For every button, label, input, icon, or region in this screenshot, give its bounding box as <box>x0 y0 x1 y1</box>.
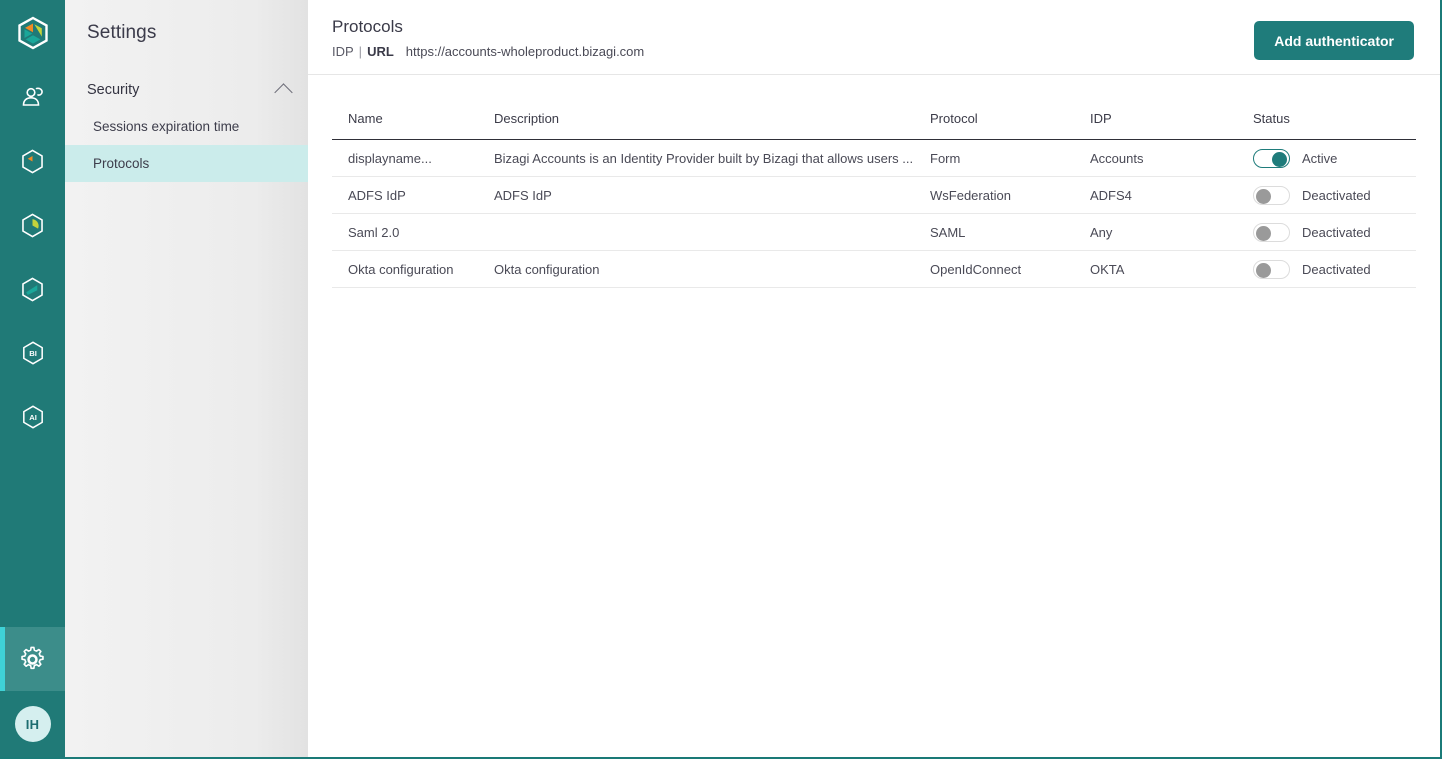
main-content: Protocols IDP | URL https://accounts-who… <box>308 0 1440 757</box>
column-header-idp: IDP <box>1090 111 1253 140</box>
cell-name: Okta configuration <box>332 250 494 288</box>
chevron-up-icon <box>274 82 293 102</box>
user-avatar[interactable]: IH <box>0 691 65 757</box>
column-header-description: Description <box>494 111 930 140</box>
page-title: Protocols <box>332 17 403 36</box>
subtitle-separator: | <box>358 44 363 60</box>
status-label: Deactivated <box>1302 224 1371 240</box>
cell-description: ADFS IdP <box>494 176 930 214</box>
cell-idp: OKTA <box>1090 250 1253 288</box>
cell-name: displayname... <box>332 139 494 177</box>
status-cell: Deactivated <box>1253 222 1416 242</box>
rail-item-bi[interactable]: BI <box>0 321 65 385</box>
status-label: Active <box>1302 150 1338 166</box>
toggle-knob <box>1256 262 1271 278</box>
page-header-text: Protocols IDP | URL https://accounts-who… <box>332 16 644 59</box>
analytics-icon <box>22 212 43 238</box>
ai-icon-label: AI <box>29 413 37 422</box>
protocols-table-container: Name Description Protocol IDP Status dis… <box>308 75 1440 288</box>
cell-protocol: OpenIdConnect <box>930 250 1090 288</box>
cell-idp: ADFS4 <box>1090 176 1253 214</box>
gear-icon <box>21 646 44 669</box>
column-header-name: Name <box>332 111 494 140</box>
sidebar-item-sessions-expiration-time[interactable]: Sessions expiration time <box>65 108 308 145</box>
cell-status: Deactivated <box>1253 213 1416 251</box>
status-cell: Active <box>1253 148 1416 168</box>
sidebar-group-label: Security <box>87 82 140 98</box>
subtitle-idp: IDP <box>332 44 354 60</box>
table-header: Name Description Protocol IDP Status <box>332 111 1416 140</box>
rail-item-ai[interactable]: AI <box>0 385 65 449</box>
status-toggle[interactable] <box>1253 185 1290 205</box>
cell-protocol: SAML <box>930 213 1090 251</box>
status-label: Deactivated <box>1302 187 1371 203</box>
bi-icon: BI <box>22 341 43 365</box>
table-body: displayname... Bizagi Accounts is an Iden… <box>332 139 1416 288</box>
bizagi-logo[interactable] <box>0 0 65 65</box>
toggle-knob <box>1272 151 1287 167</box>
cell-idp: Any <box>1090 213 1253 251</box>
cell-idp: Accounts <box>1090 139 1253 177</box>
cell-description: Bizagi Accounts is an Identity Provider … <box>494 139 930 177</box>
add-authenticator-button[interactable]: Add authenticator <box>1254 21 1414 60</box>
toggle-knob <box>1256 188 1271 204</box>
table-row[interactable]: Saml 2.0 SAML Any Deactivated <box>332 213 1416 251</box>
cell-description: Okta configuration <box>494 250 930 288</box>
status-label: Deactivated <box>1302 261 1371 277</box>
cell-protocol: Form <box>930 139 1090 177</box>
status-toggle[interactable] <box>1253 148 1290 168</box>
app-window: BI AI IH Settings Security Sessions expi… <box>0 0 1442 759</box>
settings-title: Settings <box>87 22 157 43</box>
column-header-protocol: Protocol <box>930 111 1090 140</box>
table-header-row: Name Description Protocol IDP Status <box>332 111 1416 140</box>
cell-status: Active <box>1253 139 1416 177</box>
bi-icon-label: BI <box>29 349 37 358</box>
rail-item-work-portal[interactable] <box>0 129 65 193</box>
status-toggle[interactable] <box>1253 259 1290 279</box>
page-header: Protocols IDP | URL https://accounts-who… <box>308 0 1440 75</box>
settings-sidebar: Settings Security Sessions expiration ti… <box>65 0 308 757</box>
table-row[interactable]: ADFS IdP ADFS IdP WsFederation ADFS4 Deactiv… <box>332 176 1416 214</box>
cell-name: ADFS IdP <box>332 176 494 214</box>
rail-item-analytics[interactable] <box>0 193 65 257</box>
modeler-icon <box>22 276 43 302</box>
page-subtitle: IDP | URL https://accounts-wholeproduct.… <box>332 44 644 59</box>
app-icon-rail: BI AI IH <box>0 0 65 757</box>
rail-item-settings[interactable] <box>0 627 65 691</box>
status-cell: Deactivated <box>1253 259 1416 279</box>
cell-status: Deactivated <box>1253 176 1416 214</box>
subtitle-url-label: URL <box>367 44 394 60</box>
column-header-status: Status <box>1253 111 1416 140</box>
status-cell: Deactivated <box>1253 185 1416 205</box>
cell-name: Saml 2.0 <box>332 213 494 251</box>
table-row[interactable]: displayname... Bizagi Accounts is an Iden… <box>332 139 1416 177</box>
protocols-table: Name Description Protocol IDP Status dis… <box>332 111 1416 288</box>
cell-status: Deactivated <box>1253 250 1416 288</box>
table-row[interactable]: Okta configuration Okta configuration Open… <box>332 250 1416 288</box>
sidebar-group-security[interactable]: Security <box>65 72 308 108</box>
work-portal-icon <box>22 148 43 174</box>
cell-description <box>494 213 930 251</box>
avatar-initials: IH <box>14 706 51 742</box>
people-icon <box>22 87 43 106</box>
toggle-knob <box>1256 225 1271 241</box>
rail-item-modeler[interactable] <box>0 257 65 321</box>
cell-protocol: WsFederation <box>930 176 1090 214</box>
rail-item-people[interactable] <box>0 65 65 129</box>
status-toggle[interactable] <box>1253 222 1290 242</box>
idp-url-value: https://accounts-wholeproduct.bizagi.com <box>405 44 645 60</box>
sidebar-item-protocols[interactable]: Protocols <box>65 145 308 182</box>
ai-icon: AI <box>22 405 43 429</box>
